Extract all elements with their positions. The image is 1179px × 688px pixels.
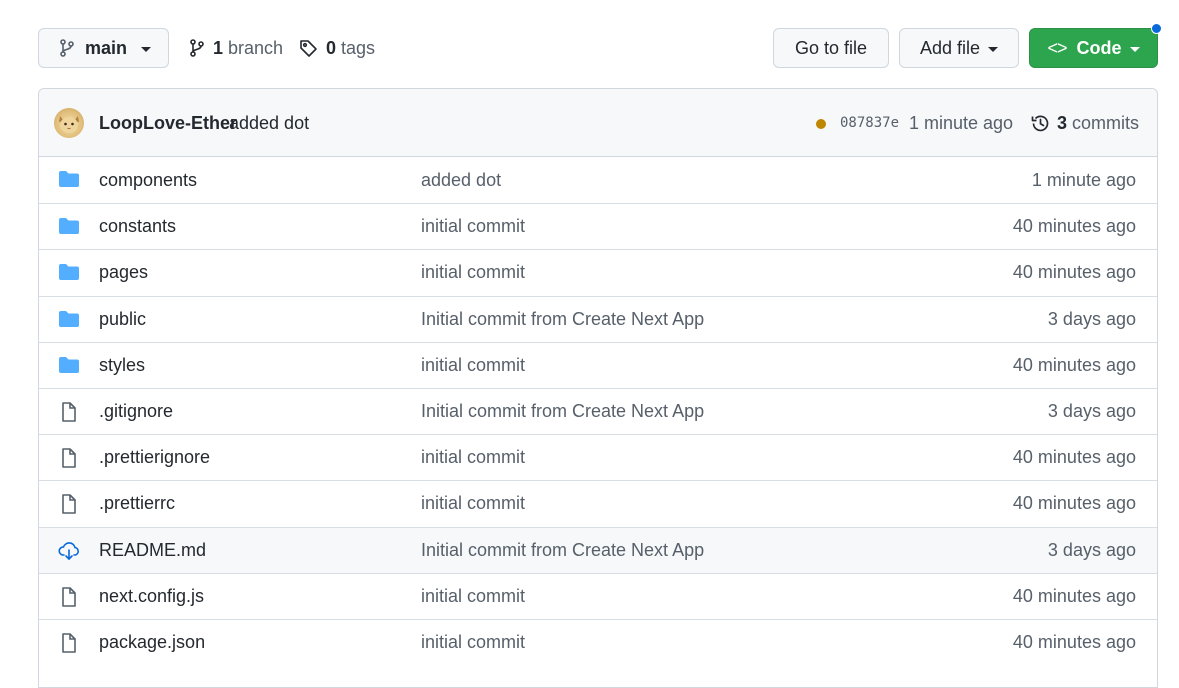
file-row[interactable]: .gitignore Initial commit from Create Nex… [39,387,1157,434]
file-commit-age: 3 days ago [1047,401,1136,422]
download-icon [58,541,80,561]
file-name-link[interactable]: public [99,297,146,342]
file-commit-message-link[interactable]: initial commit [421,435,525,480]
file-name-link[interactable]: next.config.js [99,574,204,619]
commit-message-link[interactable]: added dot [229,89,309,157]
file-row[interactable]: package.json initial commit 40 minutes ago [39,618,1157,665]
branches-link[interactable]: 1 branch [189,28,283,68]
latest-commit-bar: LoopLove-Ether added dot 087837e 1 minut… [39,89,1157,157]
file-commit-age: 40 minutes ago [1012,447,1136,468]
file-name-link[interactable]: constants [99,204,176,249]
folder-icon [58,217,80,237]
file-commit-age: 1 minute ago [1031,169,1136,190]
file-commit-message-link[interactable]: Initial commit from Create Next App [421,528,704,573]
file-commit-message-link[interactable]: initial commit [421,343,525,388]
file-commit-age: 3 days ago [1047,308,1136,329]
history-icon [1030,113,1051,134]
file-commit-message-link[interactable]: initial commit [421,574,525,619]
file-commit-age: 40 minutes ago [1012,216,1136,237]
file-list: components added dot 1 minute ago constants… [39,157,1157,665]
notification-dot [1151,23,1162,34]
file-row[interactable]: styles initial commit 40 minutes ago [39,341,1157,388]
file-commit-message-link[interactable]: added dot [421,157,501,203]
commit-status-icon[interactable] [816,119,826,129]
branch-name: main [85,37,128,58]
file-row[interactable]: components added dot 1 minute ago [39,157,1157,203]
file-commit-age: 40 minutes ago [1012,631,1136,652]
go-to-file-button[interactable]: Go to file [773,28,889,68]
repo-toolbar: main 1 branch 0 tags Go to file Add file [38,23,1162,68]
commit-time: 1 minute ago [909,112,1014,133]
folder-icon [58,263,80,283]
file-row[interactable]: README.md Initial commit from Create Next… [39,526,1157,573]
file-commit-message-link[interactable]: initial commit [421,481,525,526]
file-row[interactable]: .prettierrc initial commit 40 minutes ago [39,480,1157,526]
tag-label: tags [341,37,376,58]
file-name-link[interactable]: .prettierignore [99,435,210,480]
add-file-button[interactable]: Add file [899,28,1019,68]
code-icon: <> [1047,37,1067,58]
branch-label: branch [228,37,284,58]
tags-link[interactable]: 0 tags [299,28,375,68]
file-row[interactable]: next.config.js initial commit 40 minutes a… [39,572,1157,619]
code-label: Code [1076,37,1122,58]
commit-author-link[interactable]: LoopLove-Ether [99,89,237,157]
file-name-link[interactable]: package.json [99,620,205,665]
caret-down-icon [1129,46,1140,52]
branch-selector-button[interactable]: main [38,28,169,68]
commit-sha-link[interactable]: 087837e [840,89,899,157]
file-row[interactable]: pages initial commit 40 minutes ago [39,249,1157,295]
file-commit-age: 40 minutes ago [1012,585,1136,606]
tag-count: 0 [326,37,337,58]
branch-count: 1 [213,37,224,58]
file-icon [58,494,80,515]
file-commit-age: 3 days ago [1047,539,1136,560]
folder-icon [58,310,80,330]
folder-icon [58,356,80,376]
file-commit-message-link[interactable]: initial commit [421,204,525,249]
file-commit-age: 40 minutes ago [1012,493,1136,514]
file-name-link[interactable]: components [99,157,197,203]
file-row[interactable]: constants initial commit 40 minutes ago [39,203,1157,249]
commit-count: 3 [1057,112,1068,133]
file-commit-message-link[interactable]: Initial commit from Create Next App [421,389,704,434]
file-name-link[interactable]: styles [99,343,145,388]
file-name-link[interactable]: README.md [99,528,206,573]
file-commit-message-link[interactable]: initial commit [421,250,525,295]
file-name-link[interactable]: pages [99,250,148,295]
file-icon [58,402,80,422]
caret-down-icon [141,46,152,52]
folder-icon [58,170,80,190]
git-branch-icon [59,39,75,57]
commit-count-label: commits [1072,112,1140,133]
avatar[interactable] [54,108,84,138]
tag-icon [299,39,318,58]
file-row[interactable]: .prettierignore initial commit 40 minutes … [39,434,1157,480]
file-commit-age: 40 minutes ago [1012,354,1136,375]
file-name-link[interactable]: .prettierrc [99,481,175,526]
file-icon [58,586,80,607]
file-commit-message-link[interactable]: initial commit [421,620,525,665]
add-file-label: Add file [919,37,981,58]
commit-history-link[interactable]: 3 commits [1030,89,1139,157]
file-icon [58,448,80,468]
file-name-link[interactable]: .gitignore [99,389,173,434]
caret-down-icon [988,46,999,52]
file-icon [58,633,80,653]
git-branch-icon [189,39,205,57]
file-row[interactable]: public Initial commit from Create Next Ap… [39,295,1157,342]
file-browser: LoopLove-Ether added dot 087837e 1 minut… [38,88,1158,688]
code-button[interactable]: <> Code [1029,28,1158,68]
file-commit-message-link[interactable]: Initial commit from Create Next App [421,297,704,342]
file-commit-age: 40 minutes ago [1012,262,1136,283]
